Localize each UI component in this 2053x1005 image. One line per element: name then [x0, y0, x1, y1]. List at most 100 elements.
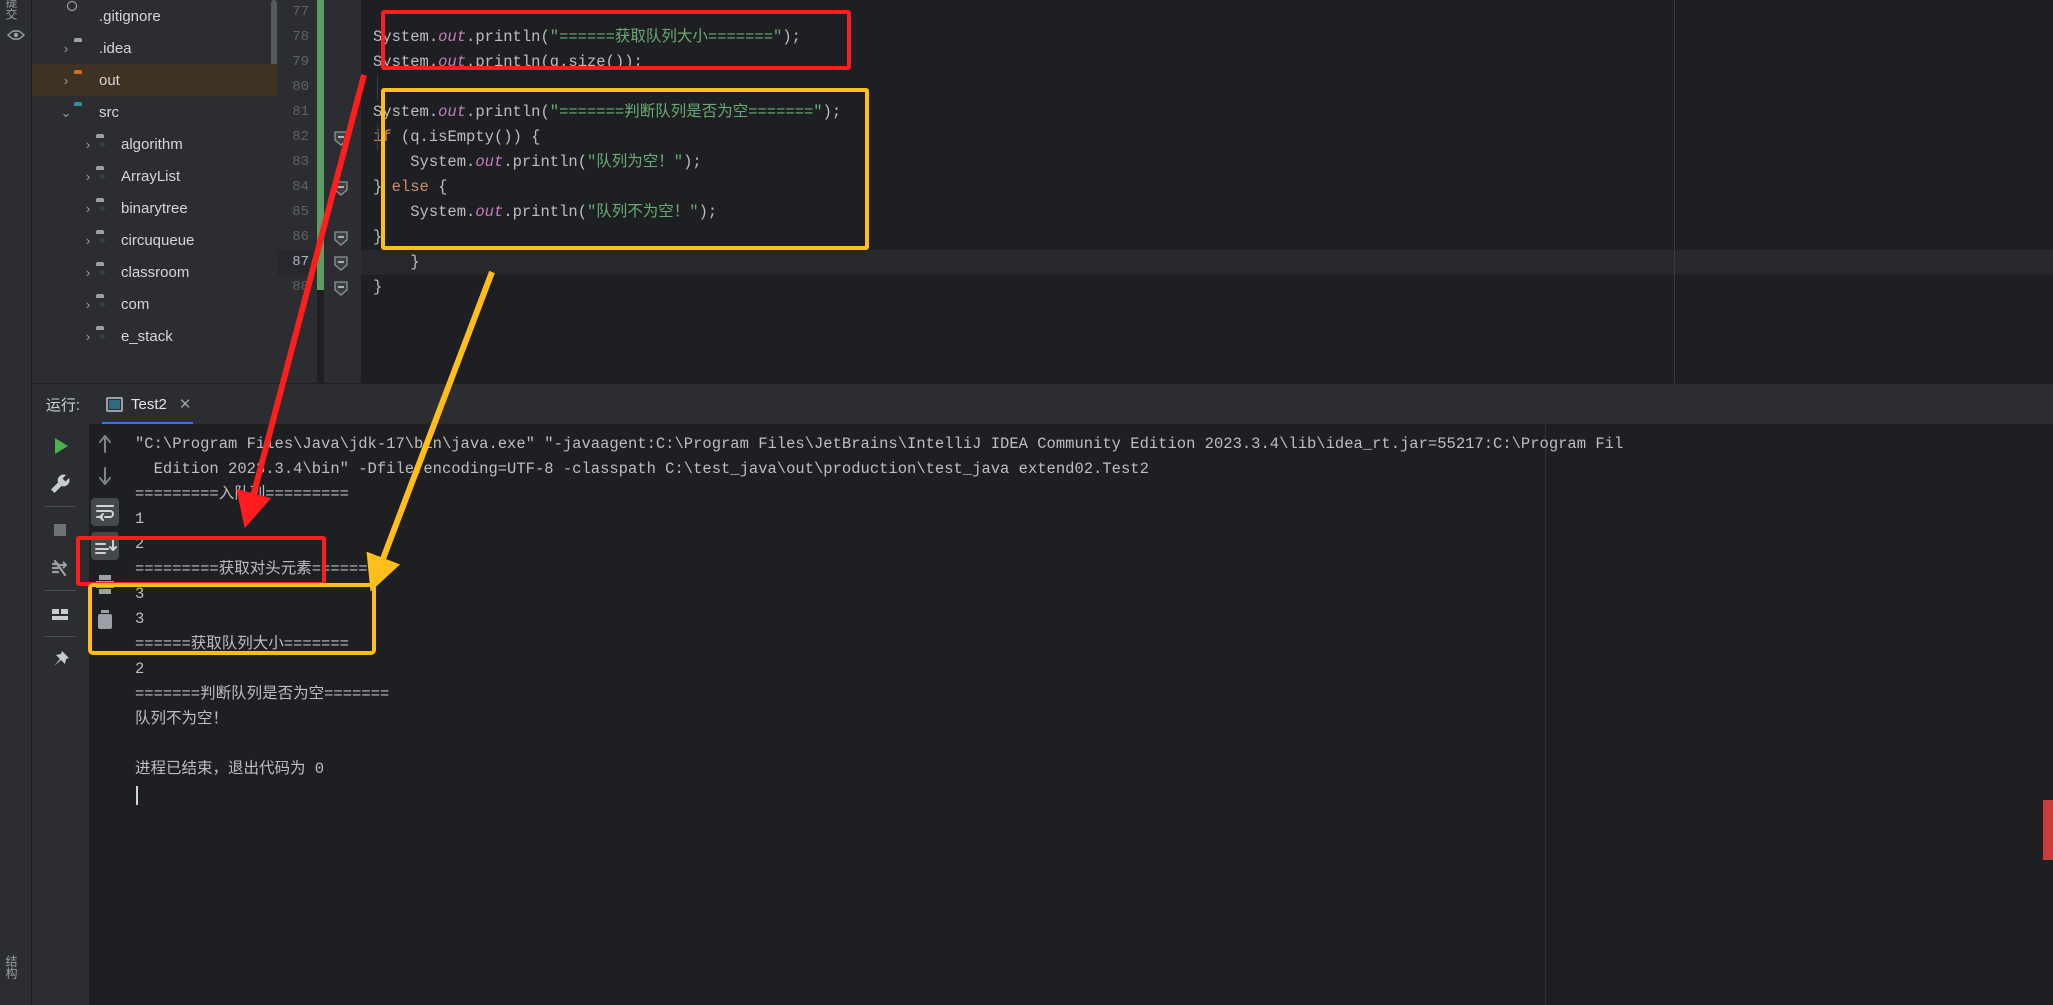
console-output[interactable]: "C:\Program Files\Java\jdk-17\bin\java.e…: [121, 424, 2053, 1005]
tree-item-circuqueue[interactable]: › circuqueue: [32, 224, 277, 256]
vcs-change-stripe: [317, 0, 324, 290]
code-line-82[interactable]: if (q.isEmpty()) {: [361, 125, 540, 150]
settings-button[interactable]: [44, 468, 76, 500]
soft-wrap-button[interactable]: [91, 498, 119, 526]
indent-guide: [377, 75, 378, 100]
editor-right-divider: [1674, 0, 1675, 383]
chevron-down-icon[interactable]: ⌄: [58, 106, 74, 119]
editor-code-area[interactable]: System.out.println("======获取队列大小======="…: [361, 0, 2053, 383]
tree-item-label: e_stack: [121, 327, 173, 345]
close-icon[interactable]: ✕: [179, 395, 192, 413]
chevron-right-icon[interactable]: ›: [58, 42, 74, 55]
folder-module-icon: [96, 137, 114, 151]
clear-all-button[interactable]: [91, 606, 119, 634]
tree-item-gitignore[interactable]: .gitignore: [32, 0, 277, 32]
folder-module-icon: [96, 201, 114, 215]
indent-guide: [377, 125, 378, 150]
scroll-down-button[interactable]: [91, 462, 119, 490]
console-line: =======判断队列是否为空=======: [135, 685, 390, 703]
scroll-up-button[interactable]: [91, 430, 119, 458]
run-tab-test2[interactable]: Test2 ✕: [94, 384, 201, 425]
console-line: 2: [135, 535, 145, 553]
chevron-right-icon[interactable]: ›: [80, 330, 96, 343]
fold-collapse-icon[interactable]: [333, 280, 349, 296]
code-line-84[interactable]: } else {: [361, 175, 447, 200]
tree-item-label: .gitignore: [99, 7, 161, 25]
chevron-right-icon[interactable]: ›: [80, 266, 96, 279]
editor-fold-column[interactable]: [324, 0, 361, 383]
code-line-77[interactable]: [361, 0, 373, 25]
print-button[interactable]: [91, 570, 119, 598]
stop-button[interactable]: [44, 514, 76, 546]
console-line: 进程已结束，退出代码为 0: [135, 760, 325, 778]
console-line: 3: [135, 610, 145, 628]
run-toolbar-console[interactable]: [89, 424, 121, 1005]
tree-item-label: .idea: [99, 39, 132, 57]
console-line: "C:\Program Files\Java\jdk-17\bin\java.e…: [135, 435, 1624, 453]
code-line-85[interactable]: System.out.println("队列不为空！");: [361, 200, 717, 225]
fold-collapse-icon[interactable]: [333, 230, 349, 246]
tree-item-classroom[interactable]: › classroom: [32, 256, 277, 288]
chevron-right-icon[interactable]: ›: [80, 138, 96, 151]
code-line-80[interactable]: [361, 75, 373, 100]
run-tool-window-header: 运行: Test2 ✕: [32, 383, 2053, 425]
fold-collapse-icon[interactable]: [333, 255, 349, 271]
commit-tool-label[interactable]: 提交: [3, 0, 20, 20]
run-toolbar-left[interactable]: [32, 424, 89, 1005]
bookmark-icon[interactable]: [7, 28, 25, 42]
code-line-87[interactable]: }: [361, 250, 2053, 275]
toolbar-separator-1: [44, 506, 76, 507]
tree-item-algorithm[interactable]: › algorithm: [32, 128, 277, 160]
run-tab-label: Test2: [131, 395, 167, 413]
folder-module-icon: [96, 297, 114, 311]
code-line-88[interactable]: }: [361, 275, 382, 300]
tree-item-com[interactable]: › com: [32, 288, 277, 320]
folder-orange-icon: [74, 73, 92, 87]
console-line: ======获取队列大小=======: [135, 635, 349, 653]
fold-collapse-icon[interactable]: [333, 130, 349, 146]
chevron-right-icon[interactable]: ›: [80, 202, 96, 215]
tree-item-label: out: [99, 71, 120, 89]
chevron-right-icon[interactable]: ›: [58, 74, 74, 87]
rerun-failed-tests-button[interactable]: [44, 552, 76, 584]
code-line-86[interactable]: }: [361, 225, 382, 250]
chevron-right-icon[interactable]: ›: [80, 170, 96, 183]
run-tool-window[interactable]: 运行: Test2 ✕ "C:\Program Files\Java\jdk-1…: [32, 383, 2053, 1005]
tree-item-label: binarytree: [121, 199, 188, 217]
code-line-79[interactable]: System.out.println(q.size());: [361, 50, 643, 75]
console-right-divider: [1545, 424, 1546, 1005]
toolbar-separator-2: [44, 590, 76, 591]
run-window-label: 运行:: [45, 396, 81, 414]
code-line-83[interactable]: System.out.println("队列为空！");: [361, 150, 702, 175]
tree-item-idea[interactable]: › .idea: [32, 32, 277, 64]
folder-module-icon: [96, 265, 114, 279]
scroll-to-end-button[interactable]: [91, 532, 119, 560]
tree-item-out[interactable]: › out: [32, 64, 277, 96]
tree-item-label: circuqueue: [121, 231, 195, 249]
pin-tab-button[interactable]: [44, 644, 76, 676]
tree-item-arraylist[interactable]: › ArrayList: [32, 160, 277, 192]
run-button[interactable]: [44, 430, 76, 462]
run-config-icon: [106, 396, 123, 412]
layout-settings-button[interactable]: [44, 598, 76, 630]
editor-error-stripe[interactable]: [2043, 800, 2053, 860]
toolbar-separator-3: [44, 636, 76, 637]
code-line-78[interactable]: System.out.println("======获取队列大小======="…: [361, 25, 801, 50]
console-line: =========获取对头元素========: [135, 560, 387, 578]
folder-icon: [74, 41, 92, 55]
tree-item-e_stack[interactable]: › e_stack: [32, 320, 277, 352]
fold-collapse-icon[interactable]: [333, 180, 349, 196]
code-editor[interactable]: 77 78 79 80 81 82 83 84 85 86 87 88 System.out.prin…: [250, 0, 2053, 383]
code-line-81[interactable]: System.out.println("=======判断队列是否为空=====…: [361, 100, 841, 125]
tree-item-label: algorithm: [121, 135, 183, 153]
project-tree-panel[interactable]: .gitignore › .idea › out ⌄ src › algorithm › Array…: [32, 0, 277, 383]
console-line: Edition 2023.3.4\bin" -Dfile.encoding=UT…: [135, 460, 1149, 478]
console-line: 队列不为空！: [135, 710, 229, 728]
tree-item-binarytree[interactable]: › binarytree: [32, 192, 277, 224]
folder-module-icon: [96, 233, 114, 247]
far-left-tool-strip: 提交 结构: [0, 0, 32, 1005]
chevron-right-icon[interactable]: ›: [80, 234, 96, 247]
structure-tool-label[interactable]: 结构: [3, 955, 20, 979]
chevron-right-icon[interactable]: ›: [80, 298, 96, 311]
tree-item-src[interactable]: ⌄ src: [32, 96, 277, 128]
